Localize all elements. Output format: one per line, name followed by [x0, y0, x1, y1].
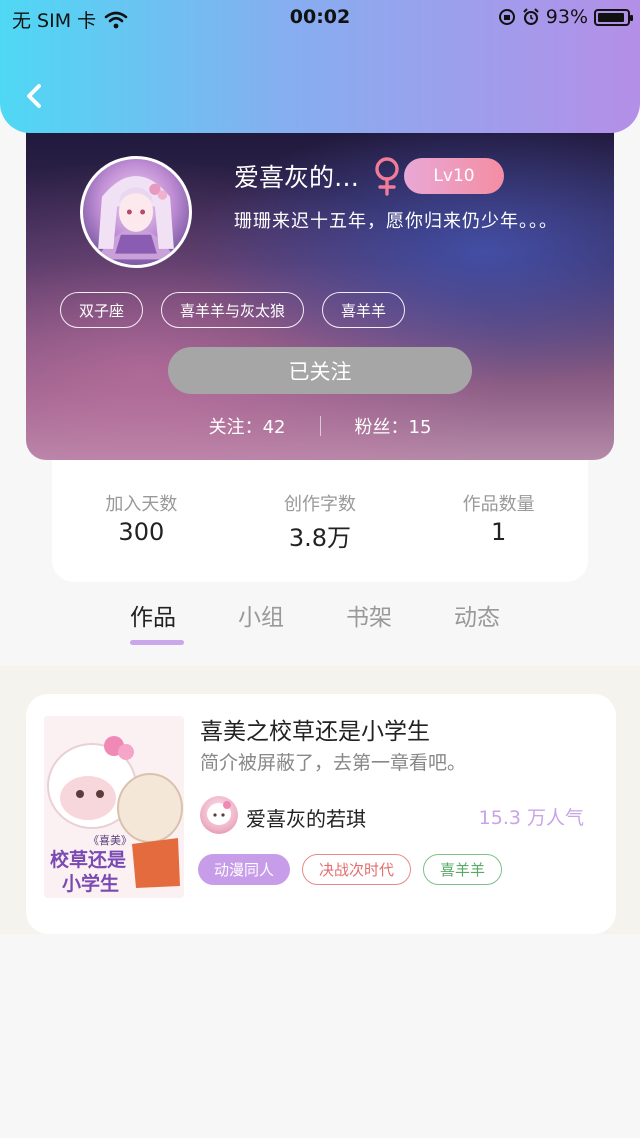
- tab-label: 书架: [346, 605, 392, 631]
- cover-title-line2: 小学生: [62, 872, 119, 895]
- divider: [319, 416, 321, 436]
- tag-character[interactable]: 喜羊羊: [322, 292, 406, 328]
- signature: 珊珊来迟十五年，愿你归来仍少年。。。: [234, 211, 558, 232]
- top-header: 无 SIM 卡 00:02 93%: [0, 0, 640, 133]
- author-avatar-image: [207, 801, 231, 825]
- work-tag-event[interactable]: 决战次时代: [302, 854, 412, 885]
- level-badge: Lv10: [404, 158, 504, 194]
- stat-value: 3.8万: [288, 524, 352, 552]
- battery-icon: [594, 8, 633, 26]
- status-right: 93%: [498, 6, 633, 28]
- stats-card: 加入天数 300 创作字数 3.8万 作品数量 1: [52, 452, 588, 582]
- tab-works[interactable]: 作品: [130, 598, 238, 645]
- stat-value: 300: [118, 518, 165, 546]
- follow-button[interactable]: 已关注: [168, 347, 472, 394]
- stat-works-count: 作品数量 1: [424, 490, 574, 582]
- profile-tabs: 作品 小组 书架 动态: [130, 598, 562, 645]
- follow-stats: 关注：42 粉丝：15: [26, 413, 614, 439]
- profile-tags: 双子座 喜羊羊与灰太狼 喜羊羊: [60, 292, 406, 328]
- cover-image: 《喜美》 校草还是 小学生: [44, 716, 184, 898]
- tab-groups[interactable]: 小组: [238, 598, 346, 632]
- stat-label: 作品数量: [462, 494, 535, 515]
- tag-zodiac[interactable]: 双子座: [60, 292, 144, 328]
- tab-label: 作品: [130, 605, 176, 631]
- stat-label: 加入天数: [105, 494, 178, 515]
- work-intro: 简介被屏蔽了，去第一章看吧。: [200, 752, 467, 774]
- back-button[interactable]: [20, 78, 50, 114]
- nickname: 爱喜灰的…: [234, 163, 360, 192]
- tab-label: 小组: [238, 605, 284, 631]
- stat-label: 创作字数: [283, 494, 356, 515]
- cover-top-text: 《喜美》: [88, 834, 132, 847]
- following-count[interactable]: 关注：42: [209, 413, 286, 439]
- author-avatar[interactable]: [200, 796, 238, 834]
- work-tags: 动漫同人 决战次时代 喜羊羊: [198, 854, 503, 885]
- female-icon: [375, 157, 399, 196]
- book-cover[interactable]: 《喜美》 校草还是 小学生: [44, 716, 184, 898]
- battery-percent: 93%: [545, 6, 588, 28]
- cover-title-line1: 校草还是: [50, 848, 126, 871]
- chevron-left-icon: [27, 84, 41, 108]
- work-title[interactable]: 喜美之校草还是小学生: [200, 712, 430, 746]
- work-card[interactable]: 《喜美》 校草还是 小学生 喜美之校草还是小学生 简介被屏蔽了，去第一章看吧。 …: [26, 694, 616, 934]
- popularity: 15.3 万人气: [478, 807, 584, 829]
- works-list: 《喜美》 校草还是 小学生 喜美之校草还是小学生 简介被屏蔽了，去第一章看吧。 …: [0, 666, 640, 934]
- avatar-image: [96, 176, 176, 260]
- tab-activity[interactable]: 动态: [454, 598, 562, 632]
- tab-active-indicator: [130, 640, 184, 645]
- alarm-icon: [523, 8, 539, 25]
- tag-series[interactable]: 喜羊羊与灰太狼: [161, 292, 305, 328]
- status-bar: 无 SIM 卡 00:02 93%: [0, 0, 640, 34]
- avatar[interactable]: [80, 156, 192, 268]
- author-name[interactable]: 爱喜灰的若琪: [246, 803, 366, 832]
- stat-value: 1: [491, 518, 507, 546]
- battery-level: [598, 12, 625, 22]
- stat-word-count: 创作字数 3.8万: [245, 490, 395, 582]
- fans-count[interactable]: 粉丝：15: [355, 413, 432, 439]
- tab-bookshelf[interactable]: 书架: [346, 598, 454, 632]
- orientation-lock-icon: [498, 9, 515, 25]
- tab-label: 动态: [454, 605, 500, 631]
- stat-join-days: 加入天数 300: [66, 490, 216, 582]
- work-tag-category[interactable]: 动漫同人: [198, 854, 291, 885]
- profile-card: 爱喜灰的… Lv10 珊珊来迟十五年，愿你归来仍少年。。。 双子座 喜羊羊与灰太…: [26, 100, 614, 460]
- work-tag-character[interactable]: 喜羊羊: [423, 854, 503, 885]
